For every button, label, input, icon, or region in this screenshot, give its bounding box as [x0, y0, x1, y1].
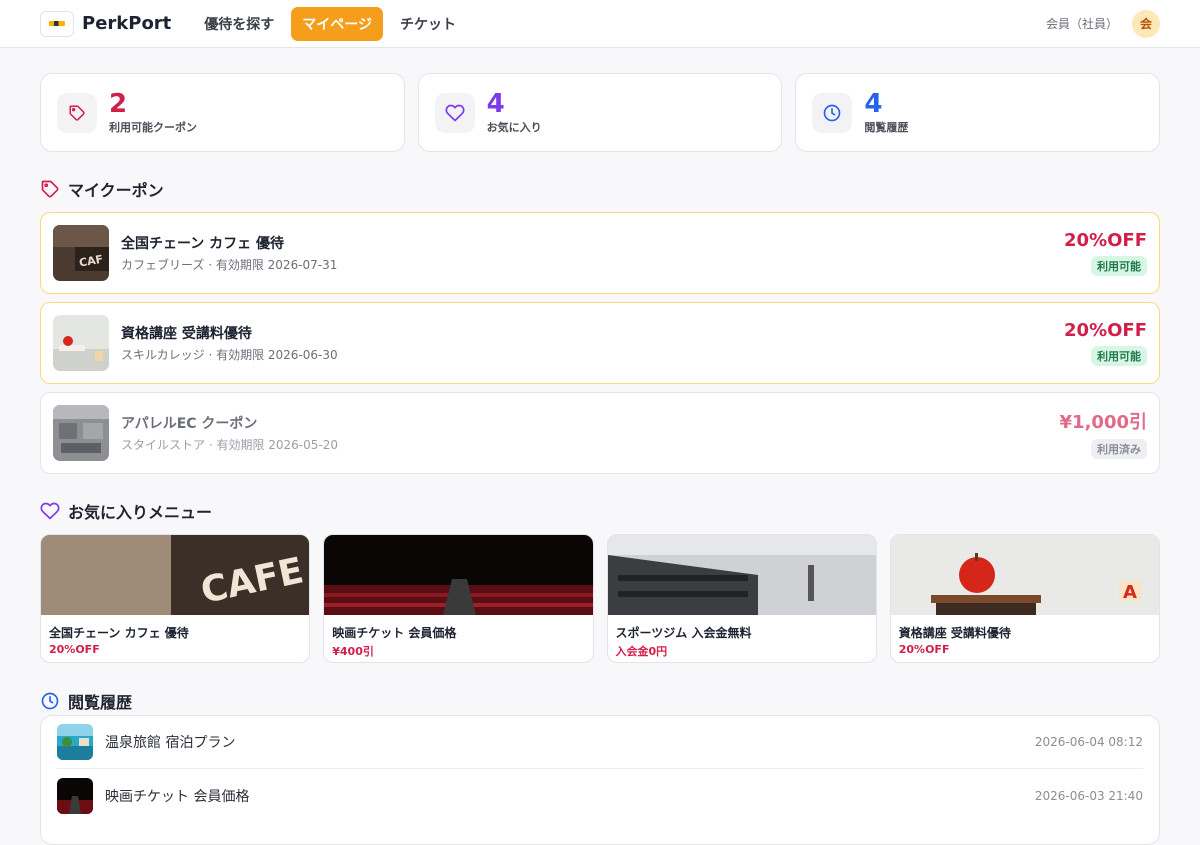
heart-icon	[40, 502, 60, 520]
favorite-title: 全国チェーン カフェ 優待	[49, 626, 189, 640]
coupon-discount: 20%OFF	[1064, 320, 1147, 341]
coupon-item[interactable]: アパレルEC クーポン スタイルストア · 有効期限 2026-05-20 ¥1…	[40, 392, 1160, 474]
section-title-coupons: マイクーポン	[40, 177, 164, 201]
stat-label: 利用可能クーポン	[109, 121, 197, 134]
favorite-price: 20%OFF	[898, 643, 950, 656]
favorite-price: ¥400引	[332, 645, 374, 658]
stat-label: 閲覧履歴	[864, 121, 909, 134]
status-badge: 利用可能	[1091, 256, 1147, 276]
coupon-list: CAF 全国チェーン カフェ 優待 カフェブリーズ · 有効期限 2026-07…	[40, 212, 1160, 482]
coupon-thumbnail-store	[53, 405, 109, 461]
nav-mypage[interactable]: マイページ	[291, 6, 384, 41]
coupon-item[interactable]: CAF 全国チェーン カフェ 優待 カフェブリーズ · 有効期限 2026-07…	[40, 212, 1160, 294]
history-item[interactable]: 映画チケット 会員価格 2026-06-03 21:40	[57, 769, 1143, 822]
favorites-grid: CAFE 全国チェーン カフェ 優待 20%OFF 映画チケット 会員価格 ¥4…	[40, 534, 1160, 663]
nav-tickets[interactable]: チケット	[389, 7, 467, 41]
coupon-item[interactable]: 資格講座 受講料優待 スキルカレッジ · 有効期限 2026-06-30 20%…	[40, 302, 1160, 384]
favorite-card[interactable]: スポーツジム 入会金無料 入会金0円	[606, 534, 877, 663]
favorite-card[interactable]: A 資格講座 受講料優待 20%OFF	[889, 534, 1160, 663]
coupon-thumbnail-apple	[53, 315, 109, 371]
history-list: 温泉旅館 宿泊プラン 2026-06-04 08:12 映画チケット 会員価格 …	[40, 715, 1160, 845]
favorite-image-cinema	[324, 535, 593, 615]
brand-logo[interactable]	[40, 10, 74, 37]
favorite-card[interactable]: CAFE 全国チェーン カフェ 優待 20%OFF	[40, 534, 311, 663]
coupon-discount: ¥1,000引	[1059, 411, 1147, 433]
heart-icon	[434, 92, 475, 133]
history-thumbnail-cinema	[57, 777, 93, 814]
section-title-history: 閲覧履歴	[40, 689, 132, 713]
coupon-details: スキルカレッジ · 有効期限 2026-06-30	[121, 348, 338, 362]
favorite-image-apple-books: A	[890, 535, 1159, 615]
favorite-card[interactable]: 映画チケット 会員価格 ¥400引	[323, 534, 594, 663]
user-role-label: 会員（社員）	[1045, 17, 1118, 31]
stat-card-history[interactable]: 4 閲覧履歴	[795, 73, 1161, 152]
favorite-image-cafe: CAFE	[41, 535, 310, 615]
top-navigation-bar: PerkPort 優待を探す マイページ チケット 会員（社員） 会	[0, 0, 1200, 48]
coupon-details: カフェブリーズ · 有効期限 2026-07-31	[121, 258, 338, 272]
coupon-discount: 20%OFF	[1064, 230, 1147, 251]
favorite-title: スポーツジム 入会金無料	[615, 626, 752, 640]
history-item[interactable]: 温泉旅館 宿泊プラン 2026-06-04 08:12	[57, 716, 1143, 769]
stats-row: 2 利用可能クーポン 4 お気に入り 4 閲覧履歴	[40, 73, 1161, 152]
status-badge: 利用可能	[1091, 346, 1147, 366]
history-timestamp: 2026-06-04 08:12	[1034, 735, 1143, 749]
nav-find-perks[interactable]: 優待を探す	[193, 7, 285, 41]
history-title: 温泉旅館 宿泊プラン	[105, 735, 236, 751]
section-heading: お気に入りメニュー	[68, 503, 213, 522]
clock-icon	[812, 92, 853, 133]
user-menu[interactable]: 会員（社員） 会	[1045, 9, 1160, 38]
coupon-title: アパレルEC クーポン	[121, 416, 258, 432]
coupon-title: 資格講座 受講料優待	[121, 326, 252, 342]
svg-text:A: A	[1123, 582, 1137, 603]
coupon-details: スタイルストア · 有効期限 2026-05-20	[121, 438, 338, 452]
stat-card-coupons[interactable]: 2 利用可能クーポン	[40, 73, 405, 152]
history-thumbnail-resort	[57, 724, 93, 760]
section-title-favorites: お気に入りメニュー	[40, 499, 212, 523]
stat-value: 4	[864, 89, 883, 119]
stat-card-favorites[interactable]: 4 お気に入り	[417, 73, 783, 152]
tag-icon	[57, 92, 97, 133]
avatar[interactable]: 会	[1132, 9, 1160, 38]
stat-value: 2	[109, 89, 128, 119]
history-title: 映画チケット 会員価格	[105, 788, 250, 805]
coupon-title: 全国チェーン カフェ 優待	[121, 236, 285, 252]
favorite-price: 入会金0円	[615, 645, 668, 658]
favorite-title: 資格講座 受講料優待	[898, 626, 1011, 640]
stat-label: お気に入り	[486, 121, 542, 134]
tag-icon	[41, 180, 59, 198]
favorite-price: 20%OFF	[49, 643, 100, 656]
coupon-thumbnail-cafe: CAF	[53, 225, 109, 281]
main-nav: 優待を探す マイページ チケット	[193, 6, 473, 41]
section-heading: 閲覧履歴	[68, 693, 133, 712]
brand-name[interactable]: PerkPort	[82, 13, 171, 34]
stat-value: 4	[486, 89, 505, 119]
favorite-title: 映画チケット 会員価格	[332, 626, 457, 640]
clock-icon	[41, 692, 59, 710]
history-timestamp: 2026-06-03 21:40	[1034, 788, 1143, 803]
status-badge: 利用済み	[1091, 438, 1147, 459]
favorite-image-gym	[607, 535, 876, 615]
section-heading: マイクーポン	[68, 181, 164, 200]
